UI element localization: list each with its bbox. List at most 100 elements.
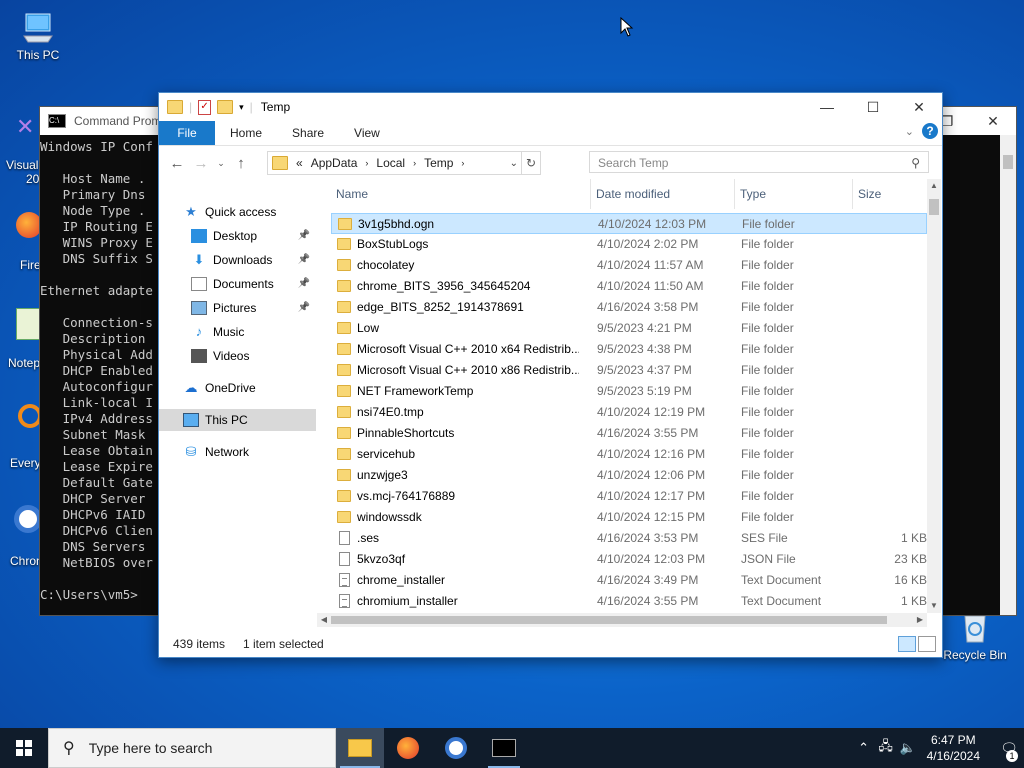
refresh-button[interactable]: ↻ [521, 152, 540, 174]
breadcrumb-local[interactable]: Local [376, 156, 405, 170]
search-box[interactable]: Search Temp ⚲ [589, 151, 929, 173]
breadcrumb-appdata[interactable]: AppData [311, 156, 358, 170]
table-row[interactable]: edge_BITS_8252_1914378691 4/16/2024 3:58 … [331, 297, 927, 318]
nav-item-downloads[interactable]: ⬇ Downloads 📌 [159, 249, 316, 271]
tab-share[interactable]: Share [277, 126, 339, 140]
address-overflow[interactable]: « [296, 156, 303, 170]
desktop-partial-visual[interactable]: Visual [6, 158, 38, 172]
forward-button[interactable]: → [189, 155, 213, 172]
breadcrumb-separator-icon[interactable]: › [413, 158, 416, 168]
start-button[interactable] [0, 728, 48, 768]
desktop-partial-chrome[interactable]: Chron [10, 554, 43, 568]
table-row[interactable]: PinnableShortcuts 4/16/2024 3:55 PM File f… [331, 423, 927, 444]
nav-item-pictures[interactable]: Pictures 📌 [159, 297, 316, 319]
scroll-down-icon[interactable]: ▼ [927, 599, 941, 613]
up-button[interactable]: ↑ [229, 155, 253, 172]
table-row[interactable]: chrome_installer 4/16/2024 3:49 PM Text Do… [331, 570, 927, 591]
desktop-icon-this-pc[interactable]: This PC [6, 10, 70, 62]
table-row[interactable]: vs.mcj-764176889 4/10/2024 12:17 PM File f… [331, 486, 927, 507]
table-row[interactable]: servicehub 4/10/2024 12:16 PM File folder [331, 444, 927, 465]
breadcrumb-separator-icon[interactable]: › [365, 158, 368, 168]
computer-icon [23, 13, 53, 43]
close-button[interactable]: ✕ [896, 93, 942, 121]
nav-item-videos[interactable]: Videos [159, 345, 316, 367]
column-name[interactable]: Name [331, 179, 591, 209]
recent-locations-button[interactable]: ⌄ [213, 158, 229, 169]
table-row[interactable]: Microsoft Visual C++ 2010 x86 Redistrib.… [331, 360, 927, 381]
scroll-up-icon[interactable]: ▲ [927, 179, 941, 193]
column-date-modified[interactable]: Date modified [591, 179, 735, 209]
tab-home[interactable]: Home [215, 126, 277, 140]
taskbar-command-prompt[interactable] [480, 728, 528, 768]
nav-item-desktop[interactable]: Desktop 📌 [159, 225, 316, 247]
table-row[interactable]: 5kvzo3qf 4/10/2024 12:03 PM JSON File 23 KB [331, 549, 927, 570]
network-icon[interactable]: 🖧 [875, 737, 897, 759]
expand-ribbon-icon[interactable]: ⌄ [905, 125, 914, 138]
properties-icon[interactable]: ✓ [198, 99, 212, 115]
file-type: Text Document [741, 594, 822, 608]
address-bar[interactable]: « AppData › Local › Temp › ⌄ ↻ [267, 151, 541, 175]
file-date: 4/10/2024 12:03 PM [597, 552, 706, 566]
desktop-partial-notepad[interactable]: Notep [8, 356, 40, 370]
file-date: 4/16/2024 3:55 PM [597, 594, 699, 608]
horizontal-scroll-thumb[interactable] [331, 616, 887, 624]
navigation-pane[interactable]: ★ Quick access Desktop 📌 ⬇ Downloads 📌 Document… [159, 179, 316, 613]
back-button[interactable]: ← [165, 155, 189, 172]
file-explorer-window[interactable]: | ✓ ▾ | Temp — ☐ ✕ File Home Share View … [158, 92, 943, 658]
breadcrumb-temp[interactable]: Temp [424, 156, 453, 170]
help-icon[interactable]: ? [922, 123, 938, 139]
nav-item-onedrive[interactable]: ☁ OneDrive [159, 377, 316, 399]
clock[interactable]: 6:47 PM 4/16/2024 [927, 732, 980, 764]
nav-item-this-pc[interactable]: This PC [159, 409, 316, 431]
nav-item-network[interactable]: ⛁ Network [159, 441, 316, 463]
tab-file[interactable]: File [159, 121, 215, 145]
cmd-scrollbar[interactable] [1000, 135, 1016, 615]
cmd-scroll-thumb[interactable] [1003, 155, 1013, 169]
nav-item-quick-access[interactable]: ★ Quick access [159, 201, 316, 223]
chevron-down-icon[interactable]: ▾ [239, 102, 244, 113]
taskbar-chrome[interactable] [432, 728, 480, 768]
vertical-scroll-thumb[interactable] [929, 199, 939, 215]
cmd-close-button[interactable]: ✕ [970, 107, 1016, 135]
table-row[interactable]: Low 9/5/2023 4:21 PM File folder [331, 318, 927, 339]
maximize-button[interactable]: ☐ [850, 93, 896, 121]
vertical-scrollbar[interactable]: ▲ ▼ [927, 179, 941, 613]
details-view-icon[interactable] [898, 636, 916, 652]
table-row[interactable]: unzwjge3 4/10/2024 12:06 PM File folder [331, 465, 927, 486]
column-size[interactable]: Size [853, 179, 927, 209]
column-type[interactable]: Type [735, 179, 853, 209]
table-row[interactable]: chocolatey 4/10/2024 11:57 AM File folder [331, 255, 927, 276]
table-row[interactable]: 3v1g5bhd.ogn 4/10/2024 12:03 PM File folde… [331, 213, 927, 234]
chevron-up-icon[interactable]: ⌃ [853, 740, 875, 756]
table-row[interactable]: NET FrameworkTemp 9/5/2023 5:19 PM File fo… [331, 381, 927, 402]
nav-item-documents[interactable]: Documents 📌 [159, 273, 316, 295]
file-list[interactable]: Name Date modified Type Size ^ 3v1g5bhd.… [331, 179, 927, 615]
cmd-title: Command Prom [74, 114, 162, 128]
table-row[interactable]: Microsoft Visual C++ 2010 x64 Redistrib.… [331, 339, 927, 360]
desktop-partial-fire[interactable]: Fire [20, 258, 41, 272]
minimize-button[interactable]: — [804, 93, 850, 121]
taskbar-firefox[interactable] [384, 728, 432, 768]
volume-muted-icon[interactable]: 🔈 [897, 740, 919, 756]
table-row[interactable]: BoxStubLogs 4/10/2024 2:02 PM File folder [331, 234, 927, 255]
scroll-right-icon[interactable]: ▶ [913, 613, 927, 627]
table-row[interactable]: .ses 4/16/2024 3:53 PM SES File 1 KB [331, 528, 927, 549]
tab-view[interactable]: View [339, 126, 395, 140]
taskbar-file-explorer[interactable] [336, 728, 384, 768]
desktop-icon-recycle-bin[interactable]: Recycle Bin [942, 610, 1008, 662]
table-row[interactable]: chrome_BITS_3956_345645204 4/10/2024 11:5… [331, 276, 927, 297]
address-dropdown-icon[interactable]: ⌄ [510, 158, 518, 169]
large-icons-view-icon[interactable] [918, 636, 936, 652]
breadcrumb-separator-icon[interactable]: › [461, 158, 464, 168]
new-folder-icon[interactable] [217, 100, 234, 114]
quick-access-toolbar: | ✓ ▾ | [167, 99, 253, 115]
taskbar-search-box[interactable]: ⚲ Type here to search [48, 728, 336, 768]
desktop-partial-every[interactable]: Every [10, 456, 41, 470]
scroll-left-icon[interactable]: ◀ [317, 613, 331, 627]
explorer-title-bar[interactable]: | ✓ ▾ | Temp — ☐ ✕ [159, 93, 942, 121]
table-row[interactable]: chromium_installer 4/16/2024 3:55 PM Text … [331, 591, 927, 612]
table-row[interactable]: windowssdk 4/10/2024 12:15 PM File folder [331, 507, 927, 528]
table-row[interactable]: nsi74E0.tmp 4/10/2024 12:19 PM File folder [331, 402, 927, 423]
nav-item-music[interactable]: ♪ Music [159, 321, 316, 343]
horizontal-scrollbar[interactable]: ◀ ▶ [317, 613, 927, 627]
